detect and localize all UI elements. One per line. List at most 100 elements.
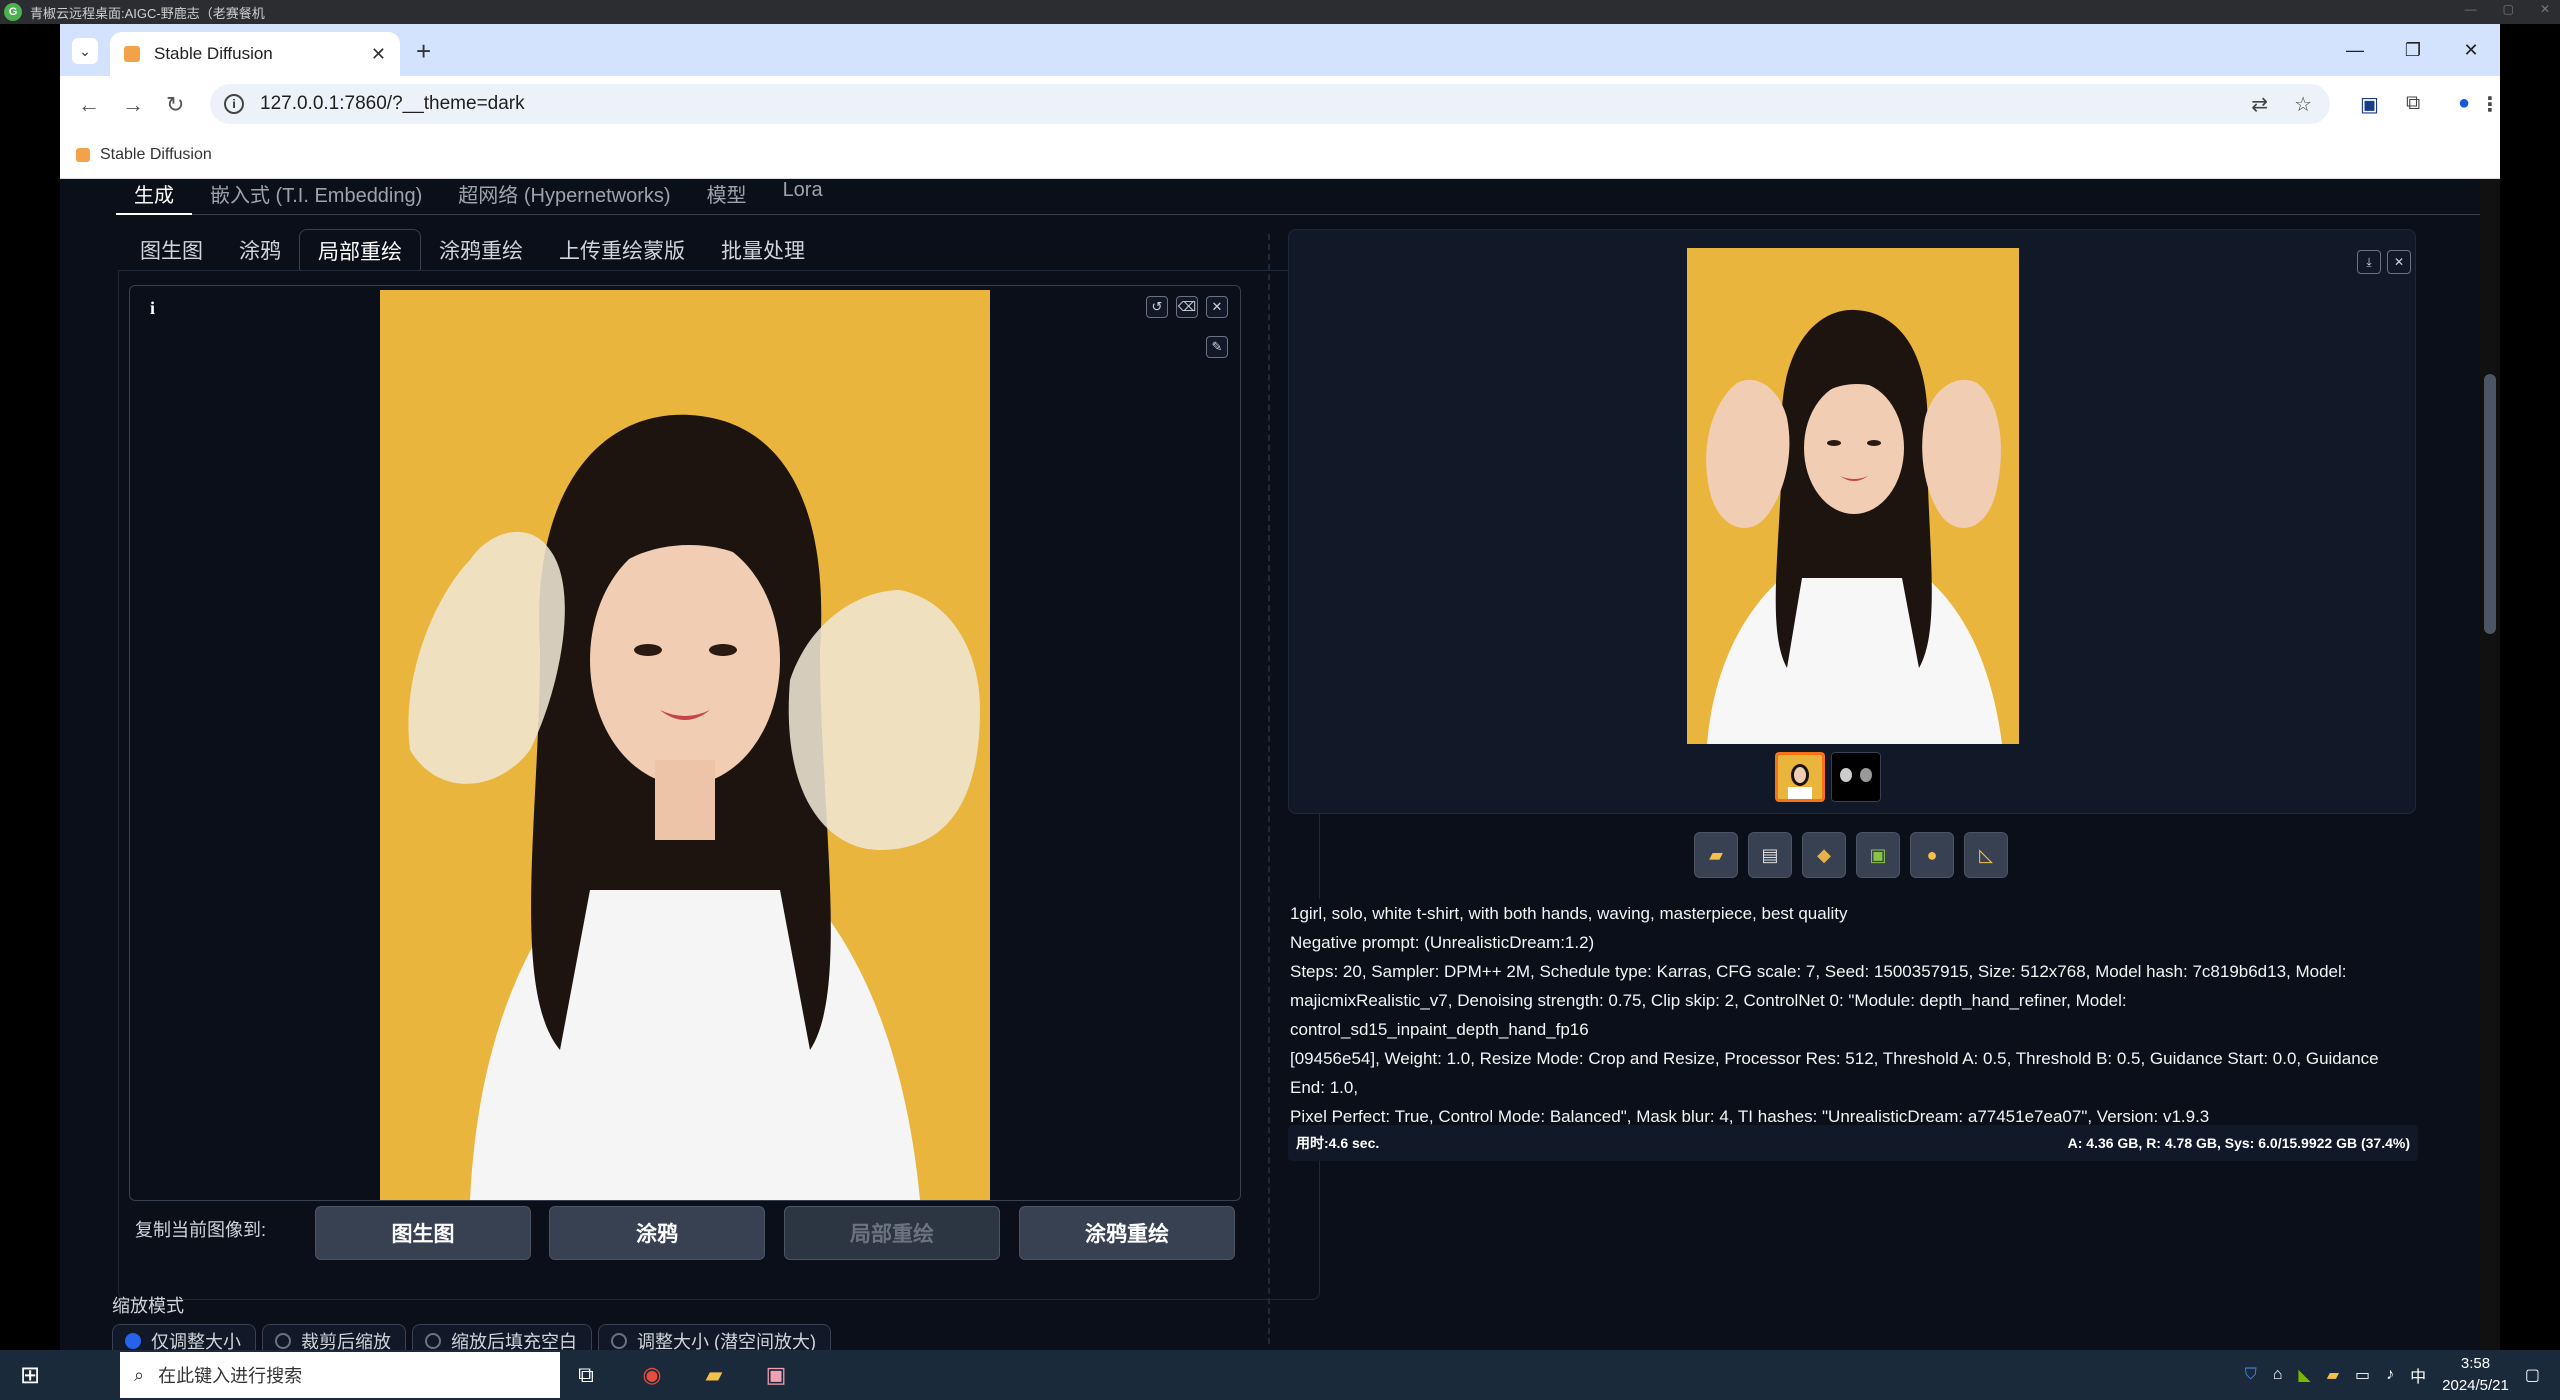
picture-icon: ▣: [1869, 844, 1887, 865]
main-tab-models[interactable]: 模型: [689, 179, 765, 215]
nvidia-icon[interactable]: ◣: [2298, 1365, 2310, 1385]
remote-title: 青椒云远程桌面:AIGC-野鹿志（老赛餐机: [30, 5, 265, 21]
copy-to-label: 复制当前图像到:: [135, 1220, 267, 1240]
tab-title: Stable Diffusion: [154, 44, 273, 63]
scrollbar-thumb[interactable]: [2484, 374, 2496, 634]
copy-to-inpaint-button[interactable]: 局部重绘: [784, 1206, 1000, 1260]
page-scrollbar[interactable]: [2480, 179, 2500, 1350]
minimize-icon[interactable]: —: [2465, 2, 2477, 16]
radio-latent-upscale[interactable]: 调整大小 (潜空间放大): [598, 1324, 831, 1350]
volume-icon[interactable]: ♪: [2386, 1366, 2394, 1384]
notification-icon[interactable]: ▢: [2525, 1365, 2540, 1385]
tab-search-dropdown[interactable]: ⌄: [72, 38, 98, 64]
ime-indicator[interactable]: 中: [2410, 1363, 2426, 1387]
gallery-thumb-1[interactable]: [1775, 752, 1825, 802]
chrome-taskbar-icon[interactable]: ◉: [632, 1356, 672, 1394]
forward-icon[interactable]: →: [122, 92, 144, 118]
clear-brush-icon[interactable]: ⌫: [1176, 296, 1198, 318]
subtab-sketch[interactable]: 涂鸦: [221, 229, 299, 271]
windows-taskbar: ⊞ ⌕ 在此键入进行搜索 ⧉ ◉ ▰ ▣ ⛉ ⌂ ◣ ▰ ▭ ♪ 中 3:58 …: [0, 1350, 2560, 1400]
output-image[interactable]: [1687, 248, 2019, 744]
main-tab-generate[interactable]: 生成: [116, 179, 192, 215]
canvas-info-icon[interactable]: i: [150, 298, 155, 319]
restore-icon[interactable]: ▢: [2503, 2, 2514, 16]
scale-mode-label: 缩放模式: [112, 1296, 184, 1316]
copy-to-inpaint-sketch-button[interactable]: 涂鸦重绘: [1019, 1206, 1235, 1260]
generation-info: 1girl, solo, white t-shirt, with both ha…: [1288, 899, 2418, 1126]
network-icon[interactable]: ▭: [2355, 1365, 2370, 1385]
profile-avatar-icon[interactable]: ●: [2458, 92, 2470, 115]
info-line: majicmixRealistic_v7, Denoising strength…: [1290, 991, 2127, 1039]
send-to-extras-button[interactable]: ◺: [1964, 832, 2008, 878]
clock[interactable]: 3:58 2024/5/21: [2442, 1353, 2509, 1397]
close-icon[interactable]: ✕: [2540, 2, 2550, 16]
clock-time: 3:58: [2460, 1355, 2491, 1372]
tray-app-icon[interactable]: ▰: [2327, 1365, 2339, 1385]
radio-dot: [425, 1333, 441, 1349]
usb-icon[interactable]: ⌂: [2273, 1366, 2283, 1384]
subtab-inpaint-sketch[interactable]: 涂鸦重绘: [421, 229, 541, 271]
output-portrait: [1687, 248, 2019, 744]
zip-button[interactable]: ◆: [1802, 832, 1846, 878]
main-tab-hypernetworks[interactable]: 超网络 (Hypernetworks): [440, 179, 688, 215]
send-to-img2img-button[interactable]: ▣: [1856, 832, 1900, 878]
img2img-subtabs: 图生图 涂鸦 局部重绘 涂鸦重绘 上传重绘蒙版 批量处理: [122, 229, 823, 271]
app-taskbar-icon[interactable]: ▣: [756, 1356, 796, 1394]
brush-icon[interactable]: ✎: [1206, 336, 1228, 358]
radio-crop-resize[interactable]: 裁剪后缩放: [262, 1324, 406, 1350]
new-tab-button[interactable]: +: [416, 36, 431, 67]
remove-image-icon[interactable]: ✕: [1206, 296, 1228, 318]
radio-resize-fill[interactable]: 缩放后填充空白: [412, 1324, 592, 1350]
performance-bar: 用时:4.6 sec. A: 4.36 GB, R: 4.78 GB, Sys:…: [1288, 1125, 2418, 1161]
panel-divider[interactable]: [1268, 234, 1270, 1344]
file-explorer-icon[interactable]: ▰: [694, 1356, 734, 1394]
minimize-button[interactable]: —: [2326, 24, 2384, 76]
gallery-close-icon[interactable]: ✕: [2387, 250, 2411, 274]
main-tabs: 生成 嵌入式 (T.I. Embedding) 超网络 (Hypernetwor…: [116, 179, 2496, 215]
url-text[interactable]: 127.0.0.1:7860/?__theme=dark: [260, 93, 525, 115]
undo-icon[interactable]: ↺: [1146, 296, 1168, 318]
copy-to-img2img-button[interactable]: 图生图: [315, 1206, 531, 1260]
main-tab-lora[interactable]: Lora: [765, 179, 841, 215]
copy-to-sketch-button[interactable]: 涂鸦: [549, 1206, 765, 1260]
subtab-img2img[interactable]: 图生图: [122, 229, 221, 271]
main-tab-embedding[interactable]: 嵌入式 (T.I. Embedding): [192, 179, 440, 215]
task-view-icon[interactable]: ⧉: [566, 1356, 606, 1394]
send-to-inpaint-button[interactable]: ●: [1910, 832, 1954, 878]
subtab-batch[interactable]: 批量处理: [703, 229, 823, 271]
close-window-button[interactable]: ✕: [2442, 24, 2500, 76]
bookmark-stable-diffusion[interactable]: Stable Diffusion: [100, 146, 212, 164]
translate-icon[interactable]: ⇄: [2251, 92, 2268, 117]
taskbar-search[interactable]: ⌕ 在此键入进行搜索: [120, 1352, 560, 1398]
subtab-inpaint[interactable]: 局部重绘: [299, 229, 421, 271]
inpaint-canvas[interactable]: i ↺ ⌫ ✕ ✎: [129, 285, 1241, 1201]
omnibox[interactable]: i 127.0.0.1:7860/?__theme=dark ⇄ ☆: [210, 84, 2330, 124]
site-info-icon[interactable]: i: [224, 94, 244, 114]
browser-tab[interactable]: Stable Diffusion ✕: [110, 32, 400, 76]
info-line: Negative prompt: (UnrealisticDream:1.2): [1290, 933, 1595, 952]
reload-icon[interactable]: ↻: [166, 92, 184, 118]
download-icon[interactable]: ⤓: [2357, 250, 2381, 274]
radio-label: 仅调整大小: [151, 1332, 241, 1350]
address-bar-row: ← → ↻ i 127.0.0.1:7860/?__theme=dark ⇄ ☆…: [60, 76, 2500, 132]
open-folder-button[interactable]: ▰: [1694, 832, 1738, 878]
zip-icon: ◆: [1817, 844, 1831, 865]
radio-dot: [125, 1333, 141, 1349]
extensions-puzzle-icon[interactable]: ⧉: [2406, 92, 2420, 115]
extension-icon[interactable]: ▣: [2360, 92, 2379, 117]
window-controls: — ❐ ✕: [2326, 24, 2500, 76]
defender-icon[interactable]: ⛉: [2245, 1366, 2257, 1384]
gallery-thumb-2[interactable]: [1831, 752, 1881, 802]
tab-close-icon[interactable]: ✕: [371, 44, 386, 65]
restore-button[interactable]: ❐: [2384, 24, 2442, 76]
remote-left-border: [0, 24, 60, 1350]
save-button[interactable]: ▤: [1748, 832, 1792, 878]
chrome-menu-icon[interactable]: ⋮: [2480, 92, 2500, 117]
subtab-inpaint-upload[interactable]: 上传重绘蒙版: [541, 229, 703, 271]
windows-start-button[interactable]: ⊞: [0, 1350, 60, 1400]
output-panel: ⤓ ✕ ▰ ▤ ◆ ▣ ● ◺ 1girl, solo, white t-shi…: [1288, 229, 2418, 1339]
back-icon[interactable]: ←: [78, 92, 100, 118]
bookmark-star-icon[interactable]: ☆: [2294, 92, 2312, 117]
radio-just-resize[interactable]: 仅调整大小: [112, 1324, 256, 1350]
time-taken: 用时:4.6 sec.: [1296, 1135, 1380, 1151]
